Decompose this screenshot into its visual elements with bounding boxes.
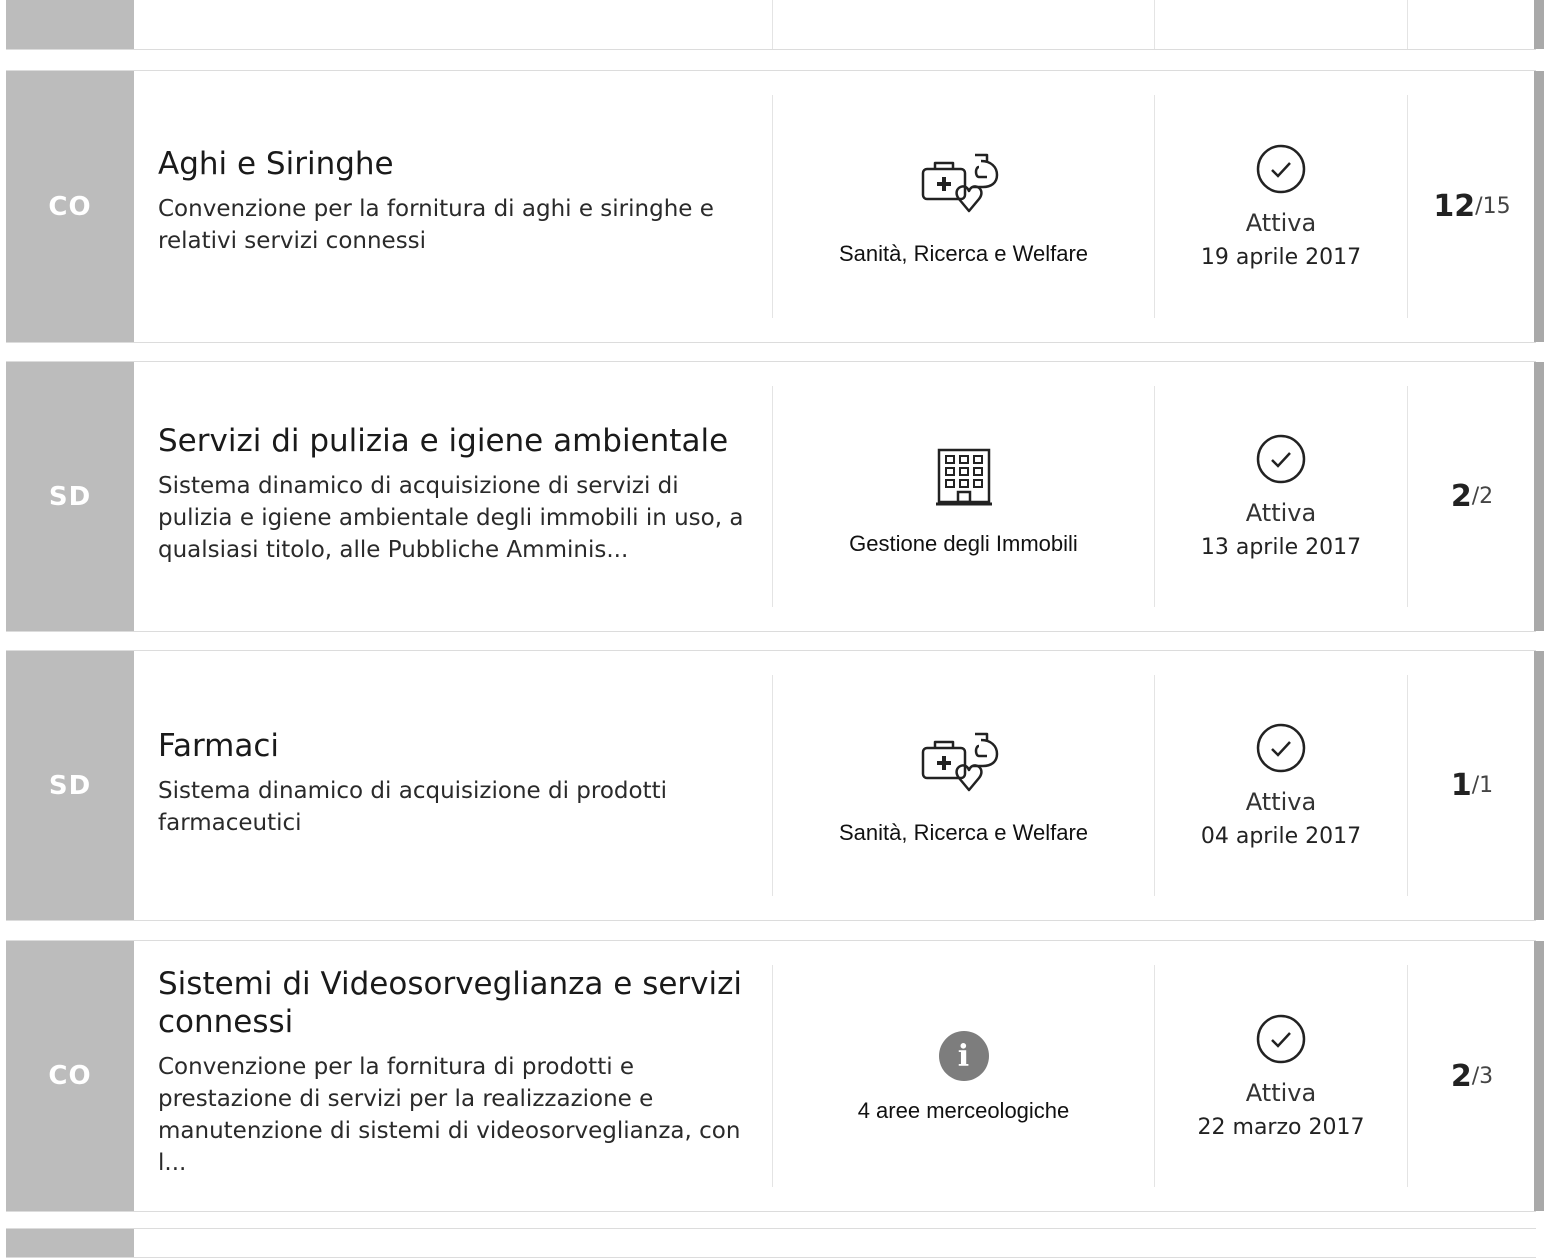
tender-card[interactable]: CO Aghi e Siringhe Convenzione per la fo… bbox=[6, 70, 1544, 343]
area-label: 4 aree merceologiche bbox=[857, 1098, 1070, 1123]
card-edge bbox=[1534, 362, 1544, 631]
status-date: 13 aprile 2017 bbox=[1200, 535, 1362, 560]
count-total: 15 bbox=[1482, 194, 1511, 219]
area-label: Gestione degli Immobili bbox=[849, 530, 1078, 556]
count-total: 1 bbox=[1479, 773, 1494, 798]
tender-info: Farmaci Sistema dinamico di acquisizione… bbox=[158, 727, 758, 839]
type-badge: SD bbox=[6, 362, 134, 631]
card-edge bbox=[1534, 0, 1544, 49]
tender-card-partial-top bbox=[6, 0, 1544, 50]
status-label: Attiva bbox=[1245, 209, 1317, 237]
column-divider bbox=[772, 0, 773, 49]
check-circle-icon bbox=[1256, 1014, 1306, 1063]
count-separator: / bbox=[1471, 1063, 1480, 1089]
type-badge bbox=[6, 0, 134, 49]
card-edge bbox=[1534, 941, 1544, 1211]
column-divider bbox=[1407, 0, 1408, 49]
lots-counter: 12/15 bbox=[1408, 71, 1536, 342]
status-date: 19 aprile 2017 bbox=[1200, 245, 1362, 270]
card-edge bbox=[1534, 71, 1544, 342]
count-total: 3 bbox=[1479, 1063, 1494, 1089]
status-cell: Attiva 19 aprile 2017 bbox=[1155, 71, 1407, 342]
count-current: 12 bbox=[1433, 189, 1476, 224]
health-research-icon bbox=[919, 147, 1009, 227]
column-divider bbox=[1154, 0, 1155, 49]
lots-counter: 2/2 bbox=[1408, 362, 1536, 631]
status-cell: Attiva 22 marzo 2017 bbox=[1155, 941, 1407, 1211]
count-current: 1 bbox=[1450, 768, 1472, 803]
check-circle-icon bbox=[1256, 723, 1306, 773]
card-edge bbox=[1534, 651, 1544, 920]
lots-counter: 1/1 bbox=[1408, 651, 1536, 920]
type-badge: CO bbox=[6, 71, 134, 342]
info-icon: i bbox=[919, 1028, 1009, 1084]
lots-counter: 2/3 bbox=[1408, 941, 1536, 1211]
tender-title[interactable]: Servizi di pulizia e igiene ambientale bbox=[158, 422, 758, 460]
tender-info: Servizi di pulizia e igiene ambientale S… bbox=[158, 422, 758, 566]
status-date: 22 marzo 2017 bbox=[1197, 1114, 1365, 1140]
tender-card[interactable]: SD Farmaci Sistema dinamico di acquisizi… bbox=[6, 650, 1544, 921]
tender-title[interactable]: Sistemi di Videosorveglianza e servizi c… bbox=[158, 965, 758, 1041]
status-label: Attiva bbox=[1245, 499, 1317, 527]
tender-card-partial-bottom bbox=[6, 1228, 1536, 1258]
count-separator: / bbox=[1471, 773, 1480, 798]
count-current: 2 bbox=[1450, 479, 1472, 514]
area-label: Sanità, Ricerca e Welfare bbox=[838, 240, 1089, 266]
tender-description: Sistema dinamico di acquisizione di serv… bbox=[158, 473, 744, 563]
tender-description: Convenzione per la fornitura di prodotti… bbox=[158, 1054, 741, 1176]
tender-card[interactable]: SD Servizi di pulizia e igiene ambiental… bbox=[6, 361, 1544, 632]
check-circle-icon bbox=[1256, 434, 1306, 484]
status-date: 04 aprile 2017 bbox=[1200, 824, 1362, 849]
tender-description: Convenzione per la fornitura di aghi e s… bbox=[158, 196, 714, 254]
tender-title[interactable]: Aghi e Siringhe bbox=[158, 145, 758, 183]
area-cell: Sanità, Ricerca e Welfare bbox=[773, 651, 1154, 920]
status-label: Attiva bbox=[1245, 1078, 1317, 1107]
tender-info: Sistemi di Videosorveglianza e servizi c… bbox=[158, 965, 758, 1179]
check-circle-icon bbox=[1256, 144, 1306, 194]
health-research-icon bbox=[919, 726, 1009, 806]
area-label: Sanità, Ricerca e Welfare bbox=[838, 819, 1089, 845]
status-cell: Attiva 04 aprile 2017 bbox=[1155, 651, 1407, 920]
area-cell: Gestione degli Immobili bbox=[773, 362, 1154, 631]
type-badge: CO bbox=[6, 941, 134, 1211]
count-separator: / bbox=[1471, 484, 1480, 509]
tender-title[interactable]: Farmaci bbox=[158, 727, 758, 765]
area-cell: Sanità, Ricerca e Welfare bbox=[773, 71, 1154, 342]
count-separator: / bbox=[1475, 194, 1483, 219]
tender-card[interactable]: CO Sistemi di Videosorveglianza e serviz… bbox=[6, 940, 1544, 1212]
type-badge bbox=[6, 1229, 134, 1257]
type-badge: SD bbox=[6, 651, 134, 920]
status-cell: Attiva 13 aprile 2017 bbox=[1155, 362, 1407, 631]
area-cell: i 4 aree merceologiche bbox=[773, 941, 1154, 1211]
info-glyph: i bbox=[938, 1031, 989, 1081]
tender-description: Sistema dinamico di acquisizione di prod… bbox=[158, 778, 668, 836]
count-total: 2 bbox=[1479, 484, 1494, 509]
building-icon bbox=[919, 437, 1009, 517]
tender-info: Aghi e Siringhe Convenzione per la forni… bbox=[158, 145, 758, 257]
status-label: Attiva bbox=[1245, 788, 1317, 816]
count-current: 2 bbox=[1450, 1058, 1472, 1094]
